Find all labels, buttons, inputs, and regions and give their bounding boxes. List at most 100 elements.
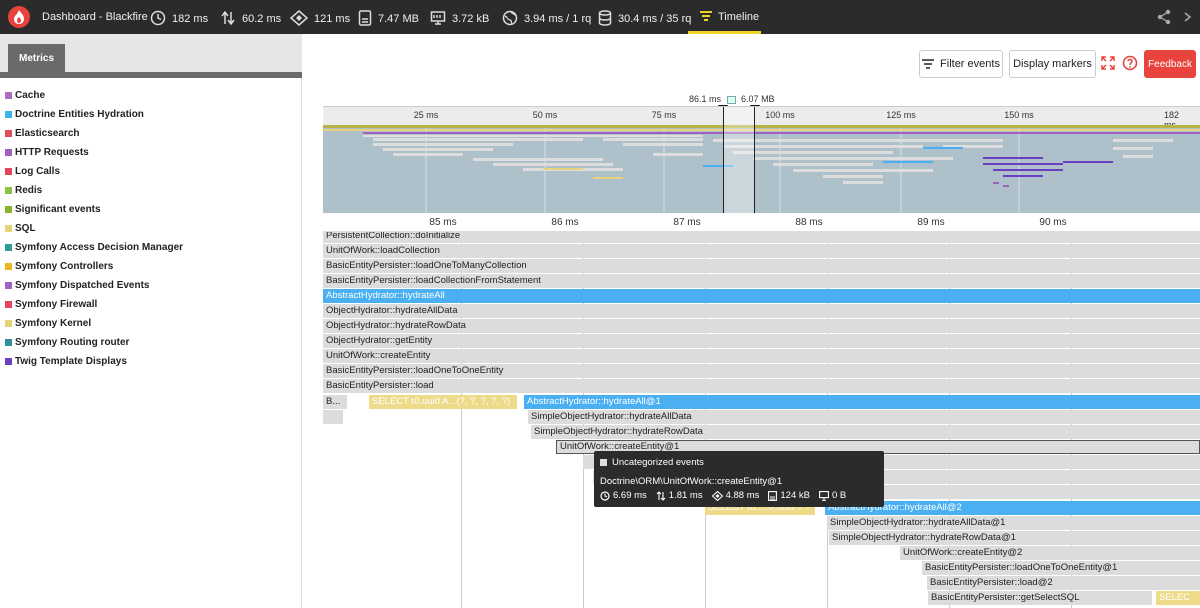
feedback-button[interactable]: Feedback bbox=[1144, 50, 1196, 78]
timeline-event[interactable]: UnitOfWork::createEntity bbox=[323, 349, 1200, 363]
dashboard-title[interactable]: Dashboard - Blackfire bbox=[42, 11, 148, 23]
overview-tick: 50 ms bbox=[532, 110, 558, 120]
metric-color-swatch bbox=[5, 282, 12, 289]
metric-item[interactable]: Symfony Firewall bbox=[0, 295, 300, 314]
sql-queries-value: 30.4 ms / 35 rq bbox=[618, 13, 692, 25]
timeline-event[interactable]: SimpleObjectHydrator::hydrateAllData@1 bbox=[827, 516, 1200, 530]
timeline-event[interactable]: SimpleObjectHydrator::hydrateRowData bbox=[531, 425, 1200, 439]
timeline-area: Filter events Display markers Feedback 8… bbox=[303, 34, 1200, 608]
metrics-panel: Metrics Cache Doctrine Entities Hydratio… bbox=[0, 34, 302, 608]
timeline-event[interactable]: BasicEntityPersister::loadCollectionFrom… bbox=[323, 274, 1200, 288]
timeline-event[interactable]: BasicEntityPersister::getSelectSQL bbox=[928, 591, 1152, 605]
timeline-event[interactable]: AbstractHydrator::hydrateAll@1 bbox=[524, 395, 1200, 409]
zoom-tick: 88 ms bbox=[795, 217, 823, 228]
metric-label: Twig Template Displays bbox=[15, 356, 127, 367]
blackfire-logo-icon[interactable] bbox=[8, 6, 30, 28]
overview-tick: 25 ms bbox=[413, 110, 439, 120]
cpu-time-metric[interactable]: 121 ms bbox=[290, 10, 350, 27]
metric-item[interactable]: HTTP Requests bbox=[0, 143, 300, 162]
metric-color-swatch bbox=[5, 168, 12, 175]
metric-item[interactable]: Redis bbox=[0, 181, 300, 200]
metric-item[interactable]: SQL bbox=[0, 219, 300, 238]
tab-timeline-label: Timeline bbox=[718, 11, 760, 23]
metric-color-swatch bbox=[5, 301, 12, 308]
peak-memory-icon bbox=[819, 490, 829, 501]
metric-label: Symfony Kernel bbox=[15, 318, 92, 329]
metric-color-swatch bbox=[5, 358, 12, 365]
wall-time-metric[interactable]: 182 ms bbox=[150, 10, 208, 27]
memory-metric[interactable]: 7.47 MB bbox=[358, 10, 419, 27]
sql-queries-metric[interactable]: 30.4 ms / 35 rq bbox=[598, 10, 692, 27]
metric-label: Log Calls bbox=[15, 166, 61, 177]
timeline-event[interactable]: SimpleObjectHydrator::hydrateAllData bbox=[528, 410, 1200, 424]
overview-chart[interactable]: 25 ms 50 ms 75 ms 100 ms 125 ms 150 ms 1… bbox=[323, 106, 1200, 213]
tooltip-memory-value: 124 kB bbox=[780, 490, 810, 501]
fullscreen-icon[interactable] bbox=[1101, 56, 1115, 75]
timeline-event[interactable]: UnitOfWork::loadCollection bbox=[323, 244, 1200, 258]
timeline-event[interactable]: BasicEntityPersister::loadOneToManyColle… bbox=[323, 259, 1200, 273]
timeline-event[interactable]: ObjectHydrator::getEntity bbox=[323, 334, 1200, 348]
clock-icon bbox=[600, 490, 610, 501]
filter-events-button[interactable]: Filter events bbox=[919, 50, 1003, 78]
timeline-event[interactable]: SimpleObjectHydrator::hydrateRowData@1 bbox=[829, 531, 1200, 545]
metric-color-swatch bbox=[5, 244, 12, 251]
metric-item[interactable]: Symfony Dispatched Events bbox=[0, 276, 300, 295]
timeline-event[interactable]: AbstractHydrator::hydrateAll bbox=[323, 289, 1200, 303]
timeline-event[interactable]: ObjectHydrator::hydrateAllData bbox=[323, 304, 1200, 318]
metric-color-swatch bbox=[5, 130, 12, 137]
display-markers-button[interactable]: Display markers bbox=[1009, 50, 1096, 78]
metric-color-swatch bbox=[5, 111, 12, 118]
timeline-event-unlabeled[interactable] bbox=[323, 410, 343, 424]
tooltip-peak-value: 0 B bbox=[831, 490, 847, 501]
updown-arrows-icon bbox=[656, 490, 666, 501]
tab-metrics[interactable]: Metrics bbox=[8, 44, 65, 72]
cpu-icon bbox=[290, 10, 308, 26]
metric-color-swatch bbox=[5, 92, 12, 99]
network-value: 3.72 kB bbox=[452, 13, 490, 25]
metric-item[interactable]: Elasticsearch bbox=[0, 124, 300, 143]
memory-icon bbox=[768, 490, 778, 501]
chevron-right-icon[interactable] bbox=[1184, 12, 1192, 25]
metric-label: Symfony Access Decision Manager bbox=[15, 242, 184, 253]
metric-color-swatch bbox=[5, 187, 12, 194]
metric-label: SQL bbox=[15, 223, 36, 234]
timeline-event[interactable]: B... bbox=[323, 395, 347, 409]
timeline-event[interactable]: ObjectHydrator::hydrateRowData bbox=[323, 319, 1200, 333]
metric-item[interactable]: Symfony Controllers bbox=[0, 257, 300, 276]
timeline-event[interactable]: BasicEntityPersister::loadOneToOneEntity bbox=[323, 364, 1200, 378]
help-icon[interactable] bbox=[1122, 55, 1138, 76]
tooltip-io-value: 1.81 ms bbox=[668, 490, 703, 501]
tab-timeline-label-wrap[interactable]: Timeline bbox=[700, 11, 759, 23]
metric-item[interactable]: Log Calls bbox=[0, 162, 300, 181]
http-requests-value: 3.94 ms / 1 rq bbox=[524, 13, 592, 25]
io-time-metric[interactable]: 60.2 ms bbox=[220, 10, 281, 27]
overview-tick: 75 ms bbox=[651, 110, 677, 120]
metric-item[interactable]: Symfony Routing router bbox=[0, 333, 300, 352]
overview-tick: 125 ms bbox=[886, 110, 916, 120]
metric-item[interactable]: Twig Template Displays bbox=[0, 352, 300, 371]
metric-item[interactable]: Cache bbox=[0, 86, 300, 105]
tooltip-cpu-value: 4.88 ms bbox=[725, 490, 760, 501]
sql-event[interactable]: SELEC bbox=[1156, 591, 1200, 605]
http-requests-metric[interactable]: 3.94 ms / 1 rq bbox=[502, 10, 592, 27]
zoom-tick: 89 ms bbox=[917, 217, 945, 228]
memory-icon bbox=[358, 10, 372, 26]
sql-event[interactable]: SELECT t0.uuid A...(?, ?, ?, ?, ?) bbox=[369, 395, 517, 409]
metric-item[interactable]: Symfony Kernel bbox=[0, 314, 300, 333]
metric-color-swatch bbox=[5, 320, 12, 327]
share-icon[interactable] bbox=[1156, 9, 1172, 28]
metric-item[interactable]: Doctrine Entities Hydration bbox=[0, 105, 300, 124]
metric-label: Doctrine Entities Hydration bbox=[15, 109, 144, 120]
timeline-event[interactable]: PersistentCollection::doInitialize bbox=[323, 232, 1200, 243]
overview-selection-window[interactable] bbox=[723, 107, 755, 213]
metric-item[interactable]: Symfony Access Decision Manager bbox=[0, 238, 300, 257]
metric-item[interactable]: Significant events bbox=[0, 200, 300, 219]
timeline-event[interactable]: UnitOfWork::createEntity@2 bbox=[900, 546, 1200, 560]
network-metric[interactable]: 3.72 kB bbox=[430, 11, 489, 27]
metrics-list: Cache Doctrine Entities Hydration Elasti… bbox=[0, 86, 300, 371]
timeline-event[interactable]: BasicEntityPersister::loadOneToOneEntity… bbox=[922, 561, 1200, 575]
timeline-event[interactable]: BasicEntityPersister::load@2 bbox=[927, 576, 1200, 590]
cpu-icon bbox=[711, 490, 723, 501]
metric-color-swatch bbox=[5, 339, 12, 346]
timeline-event[interactable]: BasicEntityPersister::load bbox=[323, 379, 1200, 393]
